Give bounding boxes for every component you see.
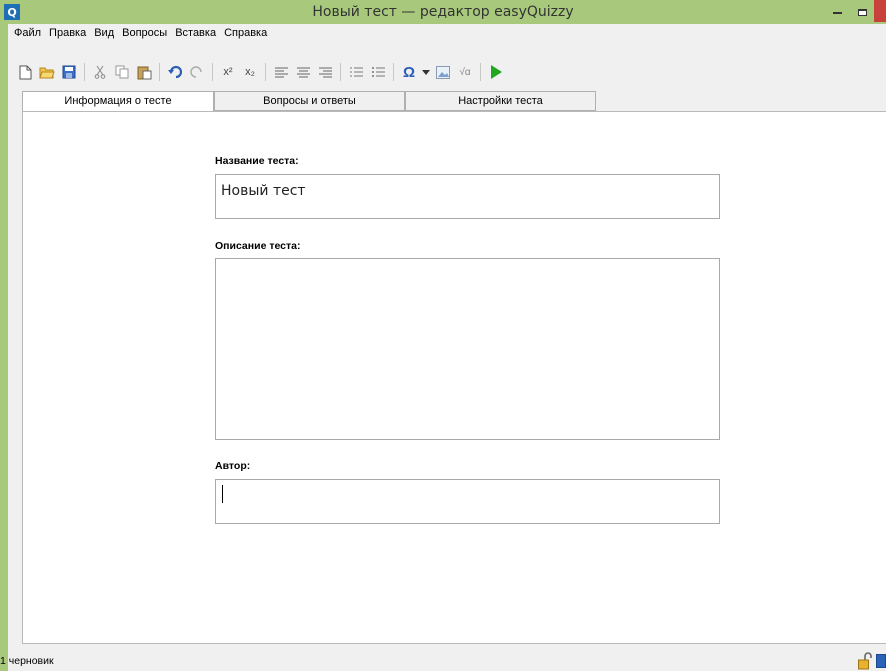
tab-panel: Название теста: Новый тест Описание тест…: [22, 111, 886, 644]
author-label: Автор:: [215, 460, 251, 472]
formula-icon[interactable]: √α: [454, 61, 476, 83]
tab-test-settings[interactable]: Настройки теста: [405, 91, 596, 111]
status-bar: 1 черновик: [0, 651, 886, 671]
subscript-icon[interactable]: x₂: [239, 61, 261, 83]
status-indicator-icon[interactable]: [876, 654, 886, 668]
menu-questions[interactable]: Вопросы: [118, 27, 171, 39]
toolbar: x² x₂ Ω √α: [8, 60, 886, 84]
title-bar: Q Новый тест — редактор easyQuizzy: [0, 0, 886, 24]
text-caret: [222, 485, 223, 503]
menu-file[interactable]: Файл: [10, 27, 45, 39]
status-text: 1 черновик: [0, 655, 54, 667]
menu-insert[interactable]: Вставка: [171, 27, 220, 39]
superscript-icon[interactable]: x²: [217, 61, 239, 83]
title-label: Название теста:: [215, 155, 299, 167]
numbered-list-icon[interactable]: [345, 61, 367, 83]
author-input[interactable]: [215, 479, 720, 524]
dropdown-arrow-icon[interactable]: [420, 61, 432, 83]
undo-icon[interactable]: [164, 61, 186, 83]
redo-icon[interactable]: [186, 61, 208, 83]
play-icon[interactable]: [485, 61, 507, 83]
align-center-icon[interactable]: [292, 61, 314, 83]
new-file-icon[interactable]: [14, 61, 36, 83]
toolbar-separator: [159, 63, 160, 81]
save-icon[interactable]: [58, 61, 80, 83]
description-label: Описание теста:: [215, 240, 301, 252]
title-input[interactable]: Новый тест: [215, 174, 720, 219]
open-folder-icon[interactable]: [36, 61, 58, 83]
description-input[interactable]: [215, 258, 720, 440]
cut-icon[interactable]: [89, 61, 111, 83]
toolbar-separator: [340, 63, 341, 81]
toolbar-separator: [212, 63, 213, 81]
menu-bar: Файл Правка Вид Вопросы Вставка Справка: [8, 24, 886, 42]
minimize-button[interactable]: [824, 2, 850, 22]
toolbar-separator: [265, 63, 266, 81]
tab-bar: Информация о тесте Вопросы и ответы Наст…: [22, 91, 886, 112]
bulleted-list-icon[interactable]: [367, 61, 389, 83]
minimize-icon: [832, 12, 842, 14]
toolbar-separator: [84, 63, 85, 81]
menu-edit[interactable]: Правка: [45, 27, 90, 39]
menu-view[interactable]: Вид: [90, 27, 118, 39]
close-button[interactable]: [874, 0, 886, 22]
copy-icon[interactable]: [111, 61, 133, 83]
client-area: Файл Правка Вид Вопросы Вставка Справка: [0, 24, 886, 671]
window-title: Новый тест — редактор easyQuizzy: [312, 4, 574, 20]
align-right-icon[interactable]: [314, 61, 336, 83]
tab-test-info[interactable]: Информация о тесте: [22, 91, 214, 112]
maximize-button[interactable]: [852, 2, 872, 22]
paste-icon[interactable]: [133, 61, 155, 83]
image-icon[interactable]: [432, 61, 454, 83]
tab-questions-answers[interactable]: Вопросы и ответы: [214, 91, 405, 111]
align-left-icon[interactable]: [270, 61, 292, 83]
omega-symbol-icon[interactable]: Ω: [398, 61, 420, 83]
toolbar-separator: [480, 63, 481, 81]
maximize-icon: [857, 8, 867, 16]
toolbar-separator: [393, 63, 394, 81]
menu-help[interactable]: Справка: [220, 27, 271, 39]
unlocked-padlock-icon[interactable]: [858, 652, 872, 670]
